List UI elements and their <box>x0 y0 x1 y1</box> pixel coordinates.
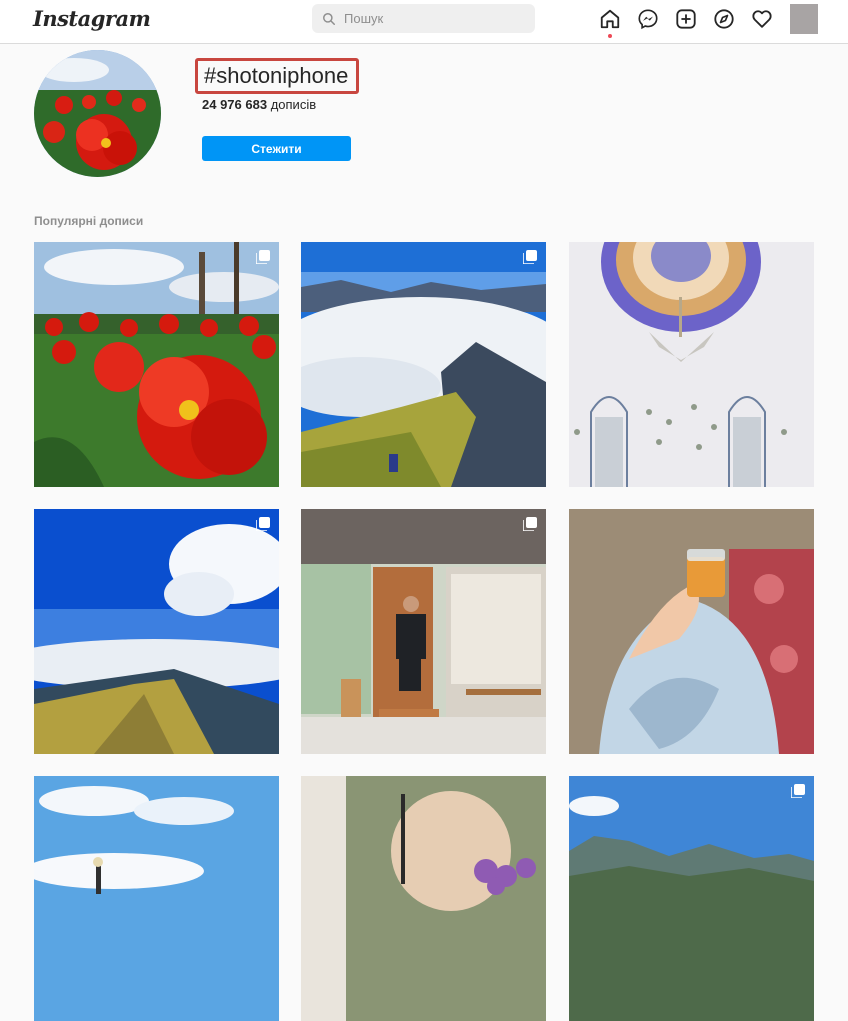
multiple-photos-icon <box>523 517 537 531</box>
post-image-mountain-clouds <box>301 242 546 487</box>
messenger-icon <box>638 9 658 30</box>
top-navigation-bar: Instagram <box>0 0 848 44</box>
post-image-mosque <box>569 242 814 487</box>
profile-avatar-button[interactable] <box>790 4 818 34</box>
post-count-value: 24 976 683 <box>202 97 268 112</box>
post-tile[interactable] <box>34 242 279 487</box>
new-post-icon <box>676 9 696 29</box>
post-tile[interactable] <box>34 776 279 1021</box>
multiple-photos-icon <box>791 784 805 798</box>
activity-button[interactable] <box>750 7 774 31</box>
home-button[interactable] <box>598 7 622 38</box>
post-image-sky-lamp <box>34 776 279 1021</box>
post-tile[interactable] <box>569 509 814 754</box>
post-tile[interactable] <box>569 776 814 1021</box>
home-icon <box>600 9 620 29</box>
explore-icon <box>714 9 734 29</box>
hashtag-title-highlight: #shotoniphone <box>195 58 360 94</box>
top-posts-label: Популярні дописи <box>34 214 144 228</box>
post-tile[interactable] <box>301 242 546 487</box>
post-image-shopfront <box>301 509 546 754</box>
new-post-button[interactable] <box>674 7 698 31</box>
multiple-photos-icon <box>256 517 270 531</box>
post-image-flowers-mirror <box>301 776 546 1021</box>
post-tile[interactable] <box>301 776 546 1021</box>
post-tile[interactable] <box>301 509 546 754</box>
active-indicator <box>608 34 612 38</box>
multiple-photos-icon <box>523 250 537 264</box>
instagram-logo[interactable]: Instagram <box>33 6 151 31</box>
search-input[interactable] <box>344 11 514 26</box>
messenger-button[interactable] <box>636 7 660 31</box>
activity-icon <box>752 10 772 28</box>
multiple-photos-icon <box>256 250 270 264</box>
nav-icons <box>598 7 788 38</box>
post-count-suffix: дописів <box>270 97 317 112</box>
hashtag-title: #shotoniphone <box>204 63 349 88</box>
hashtag-cover-image <box>34 50 161 177</box>
explore-button[interactable] <box>712 7 736 31</box>
follow-button[interactable]: Стежити <box>202 136 351 161</box>
post-tile[interactable] <box>34 509 279 754</box>
post-image-mountain-range <box>569 776 814 1021</box>
post-image-tulips <box>34 242 279 487</box>
post-count: 24 976 683 дописів <box>202 97 316 112</box>
search-icon <box>323 12 335 25</box>
post-tile[interactable] <box>569 242 814 487</box>
search-box[interactable] <box>312 4 535 33</box>
post-image-blue-sky-ridge <box>34 509 279 754</box>
post-image-tea-glass <box>569 509 814 754</box>
